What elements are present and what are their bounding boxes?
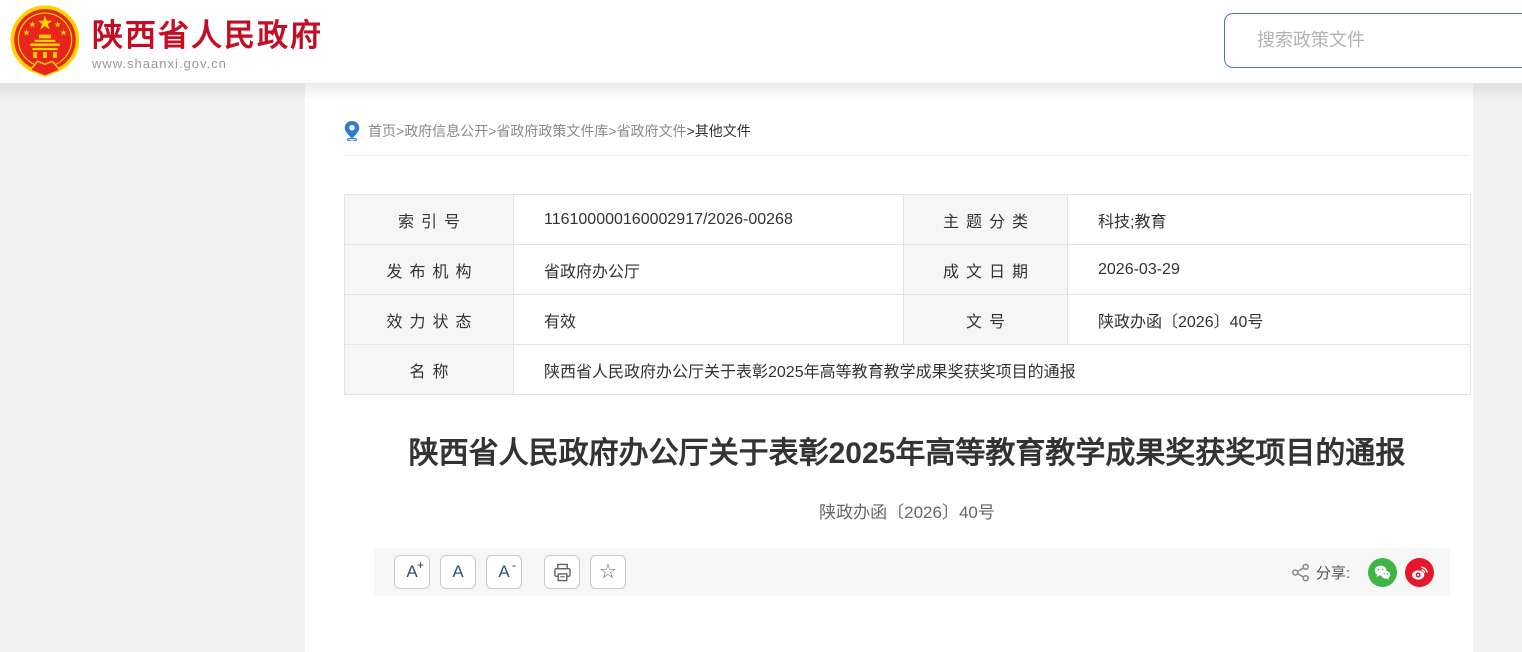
star-icon: ☆ <box>599 562 617 582</box>
breadcrumb-separator: > <box>488 123 496 139</box>
printer-icon <box>553 563 572 582</box>
meta-label-doc-number: 文号 <box>904 295 1068 345</box>
breadcrumb-current-other-docs: 其他文件 <box>695 121 751 141</box>
site-url: www.shaanxi.gov.cn <box>92 56 323 71</box>
meta-value-validity-status: 有效 <box>514 295 904 345</box>
page-title: 陕西省人民政府办公厅关于表彰2025年高等教育教学成果奖获奖项目的通报 <box>382 431 1432 476</box>
page-body: 首页 > 政府信息公开 > 省政府政策文件库 > 省政府文件 > 其他文件 索引… <box>0 84 1522 652</box>
table-row: 索引号 116100000160002917/2026-00268 主题分类 科… <box>345 195 1471 245</box>
font-decrease-label: A <box>498 562 509 582</box>
meta-value-doc-name: 陕西省人民政府办公厅关于表彰2025年高等教育教学成果奖获奖项目的通报 <box>514 345 1471 395</box>
breadcrumb-separator: > <box>687 123 695 139</box>
meta-label-issuing-agency: 发布机构 <box>345 245 514 295</box>
meta-value-index-number: 116100000160002917/2026-00268 <box>514 195 904 245</box>
font-increase-label: A <box>406 562 417 582</box>
font-increase-button[interactable]: A + <box>394 555 430 589</box>
favorite-button[interactable]: ☆ <box>590 555 626 589</box>
meta-value-issuing-agency: 省政府办公厅 <box>514 245 904 295</box>
meta-label-topic-category: 主题分类 <box>904 195 1068 245</box>
content-panel: 首页 > 政府信息公开 > 省政府政策文件库 > 省政府文件 > 其他文件 索引… <box>305 84 1473 652</box>
share-nodes-icon <box>1291 563 1310 582</box>
breadcrumb-divider <box>344 155 1470 156</box>
breadcrumb-info-disclosure[interactable]: 政府信息公开 <box>404 121 488 141</box>
share-weibo-button[interactable] <box>1405 558 1434 587</box>
meta-label-doc-name: 名称 <box>345 345 514 395</box>
share-wechat-button[interactable] <box>1368 558 1397 587</box>
meta-label-issue-date: 成文日期 <box>904 245 1068 295</box>
breadcrumb-policy-library[interactable]: 省政府政策文件库 <box>496 121 608 141</box>
share-area: 分享: <box>1291 558 1434 587</box>
breadcrumb: 首页 > 政府信息公开 > 省政府政策文件库 > 省政府文件 > 其他文件 <box>344 121 1470 141</box>
font-normal-button[interactable]: A <box>440 555 476 589</box>
site-name: 陕西省人民政府 <box>92 18 323 54</box>
meta-value-doc-number: 陕政办函〔2026〕40号 <box>1068 295 1471 345</box>
weibo-icon <box>1410 563 1429 582</box>
print-button[interactable] <box>544 555 580 589</box>
wechat-icon <box>1373 563 1392 582</box>
document-meta-table: 索引号 116100000160002917/2026-00268 主题分类 科… <box>344 194 1471 395</box>
font-normal-label: A <box>452 562 463 582</box>
breadcrumb-home[interactable]: 首页 <box>368 121 396 141</box>
minus-sign: - <box>512 559 516 571</box>
font-decrease-button[interactable]: A - <box>486 555 522 589</box>
meta-value-topic-category: 科技;教育 <box>1068 195 1471 245</box>
site-logo[interactable]: 陕西省人民政府 www.shaanxi.gov.cn <box>8 5 323 84</box>
plus-sign: + <box>417 559 424 571</box>
table-row: 发布机构 省政府办公厅 成文日期 2026-03-29 <box>345 245 1471 295</box>
article-toolbar: A + A A - <box>374 548 1450 596</box>
meta-value-issue-date: 2026-03-29 <box>1068 245 1471 295</box>
site-header: 陕西省人民政府 www.shaanxi.gov.cn <box>0 0 1522 84</box>
location-pin-icon <box>344 121 360 141</box>
breadcrumb-separator: > <box>396 123 404 139</box>
table-row: 名称 陕西省人民政府办公厅关于表彰2025年高等教育教学成果奖获奖项目的通报 <box>345 345 1471 395</box>
share-label: 分享: <box>1316 562 1350 583</box>
meta-label-validity-status: 效力状态 <box>345 295 514 345</box>
policy-search-input[interactable] <box>1224 13 1522 68</box>
document-number: 陕政办函〔2026〕40号 <box>344 498 1470 523</box>
breadcrumb-provincial-docs[interactable]: 省政府文件 <box>617 121 687 141</box>
national-emblem-icon <box>8 5 92 84</box>
breadcrumb-separator: > <box>608 123 616 139</box>
table-row: 效力状态 有效 文号 陕政办函〔2026〕40号 <box>345 295 1471 345</box>
meta-label-index-number: 索引号 <box>345 195 514 245</box>
